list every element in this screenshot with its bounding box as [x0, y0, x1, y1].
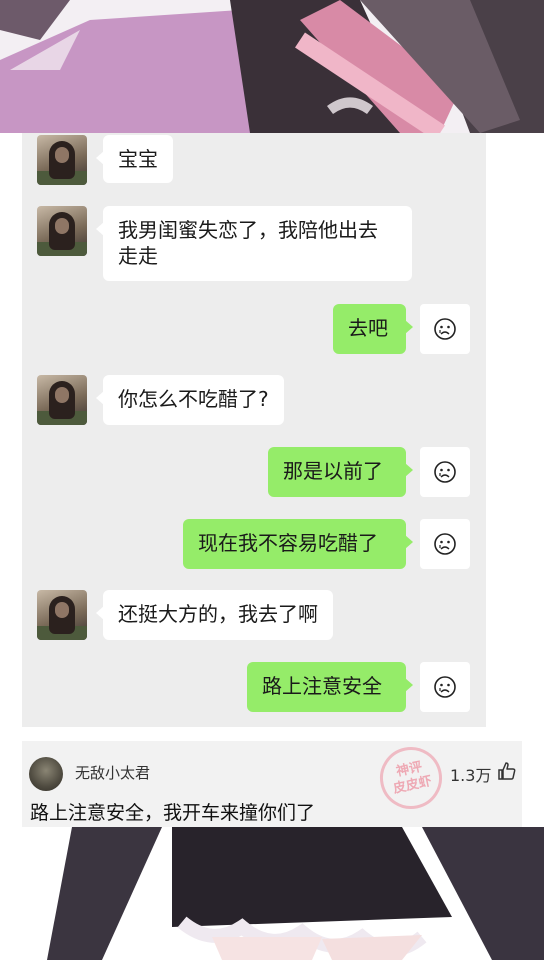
god-comment-stamp: 神评 皮皮虾: [374, 741, 448, 815]
outgoing-bubble[interactable]: 路上注意安全: [247, 662, 413, 712]
message-text: 那是以前了: [283, 459, 383, 483]
message-text: 我男闺蜜失恋了，我陪他出去走走: [118, 218, 378, 268]
incoming-bubble[interactable]: 我男闺蜜失恋了，我陪他出去走走: [96, 206, 412, 281]
girl-avatar[interactable]: [37, 206, 87, 256]
like-count: 1.3万: [450, 766, 492, 785]
top-artwork: [0, 0, 544, 133]
message-text: 你怎么不吃醋了?: [118, 387, 269, 411]
crying-face-sticker-icon[interactable]: [420, 662, 470, 712]
girl-avatar[interactable]: [37, 135, 87, 185]
thumbs-up-icon[interactable]: [497, 761, 517, 785]
crying-face-sticker-icon[interactable]: [420, 304, 470, 354]
girl-avatar[interactable]: [37, 590, 87, 640]
top-comment: 无敌小太君 神评 皮皮虾 1.3万 路上注意安全，我开车来撞你们了: [22, 741, 522, 827]
message-text: 去吧: [348, 316, 388, 340]
incoming-bubble[interactable]: 还挺大方的，我去了啊: [96, 590, 333, 640]
bottom-artwork: [22, 827, 544, 960]
message-text: 宝宝: [118, 147, 158, 171]
comment-text: 路上注意安全，我开车来撞你们了: [30, 802, 316, 824]
commenter-username[interactable]: 无敌小太君: [75, 762, 150, 783]
incoming-bubble[interactable]: 你怎么不吃醋了?: [96, 375, 284, 425]
outgoing-bubble[interactable]: 现在我不容易吃醋了: [183, 519, 413, 569]
crying-face-sticker-icon[interactable]: [420, 519, 470, 569]
message-text: 现在我不容易吃醋了: [198, 531, 378, 555]
outgoing-bubble[interactable]: 那是以前了: [268, 447, 413, 497]
commenter-avatar[interactable]: [29, 757, 63, 791]
chat-screenshot: 宝宝 我男闺蜜失恋了，我陪他出去走走 去吧 你怎么不吃醋了? 那是以前了 现在我…: [22, 133, 486, 727]
girl-avatar[interactable]: [37, 375, 87, 425]
message-text: 还挺大方的，我去了啊: [118, 602, 318, 626]
incoming-bubble[interactable]: 宝宝: [96, 135, 173, 183]
crying-face-sticker-icon[interactable]: [420, 447, 470, 497]
outgoing-bubble[interactable]: 去吧: [333, 304, 413, 354]
message-text: 路上注意安全: [262, 674, 382, 698]
